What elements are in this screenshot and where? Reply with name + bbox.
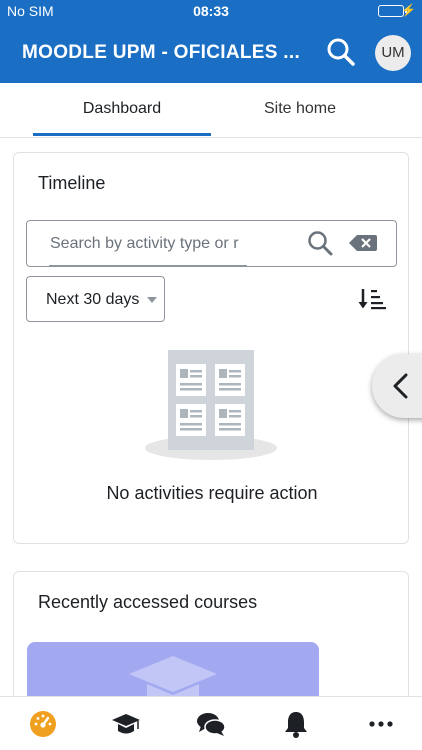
nav-my-courses[interactable] bbox=[111, 709, 141, 739]
bell-icon bbox=[285, 712, 307, 738]
chevron-down-icon bbox=[147, 297, 157, 303]
nav-dashboard[interactable] bbox=[28, 709, 58, 739]
more-icon bbox=[369, 721, 393, 727]
timeline-block: Timeline Search by activity type or r Ne… bbox=[13, 152, 409, 544]
user-avatar[interactable]: UM bbox=[375, 35, 411, 71]
tab-site-home[interactable]: Site home bbox=[211, 83, 389, 138]
search-placeholder: Search by activity type or r bbox=[50, 235, 239, 252]
clock: 08:33 bbox=[193, 3, 229, 19]
graduation-cap-icon bbox=[129, 656, 217, 696]
search-button[interactable] bbox=[325, 36, 357, 68]
dashboard-content[interactable]: Timeline Search by activity type or r Ne… bbox=[0, 139, 422, 696]
charging-icon: ⚡ bbox=[401, 3, 416, 17]
date-filter-value: Next 30 days bbox=[46, 291, 140, 308]
sort-button[interactable] bbox=[358, 286, 386, 312]
nav-more[interactable] bbox=[366, 709, 396, 739]
recent-courses-block: Recently accessed courses bbox=[13, 571, 409, 696]
status-bar: No SIM 08:33 ⚡ bbox=[0, 0, 422, 22]
tab-dashboard[interactable]: Dashboard bbox=[33, 83, 211, 138]
active-tab-indicator bbox=[33, 133, 211, 136]
app-header: MOODLE UPM - OFICIALES ... UM bbox=[0, 22, 422, 83]
tab-bar: Dashboard Site home bbox=[0, 83, 422, 138]
recent-courses-title: Recently accessed courses bbox=[38, 592, 258, 612]
bottom-tab-bar bbox=[0, 696, 422, 750]
backspace-icon[interactable] bbox=[349, 234, 377, 252]
nav-messages[interactable] bbox=[196, 709, 226, 739]
graduation-cap-icon bbox=[112, 714, 140, 734]
empty-activities-illustration bbox=[145, 350, 277, 460]
search-icon[interactable] bbox=[306, 229, 334, 257]
course-card-image[interactable] bbox=[27, 642, 319, 696]
date-filter-select[interactable]: Next 30 days bbox=[26, 276, 165, 322]
sort-icon bbox=[358, 289, 386, 310]
empty-timeline-message: No activities require action bbox=[106, 483, 318, 503]
timeline-title: Timeline bbox=[38, 173, 106, 193]
search-icon bbox=[327, 38, 355, 66]
comments-icon bbox=[197, 713, 226, 736]
timeline-search-input[interactable]: Search by activity type or r bbox=[26, 220, 397, 267]
dashboard-icon bbox=[30, 711, 56, 737]
page-title: MOODLE UPM - OFICIALES ... bbox=[22, 42, 301, 63]
chevron-left-icon bbox=[393, 373, 408, 399]
nav-notifications[interactable] bbox=[281, 709, 311, 739]
